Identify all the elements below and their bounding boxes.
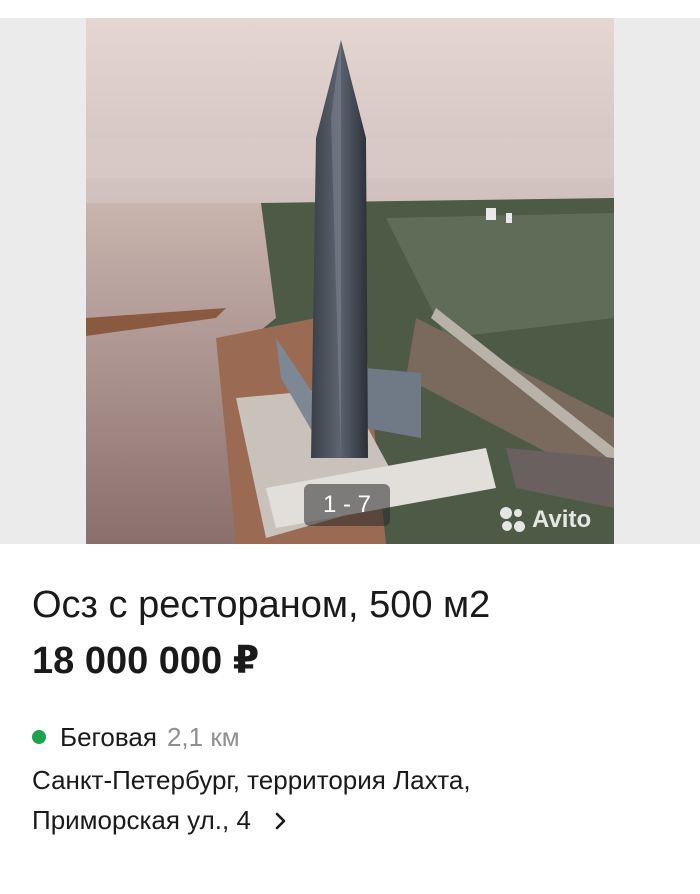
- address-link[interactable]: Санкт-Петербург, территория Лахта, Примо…: [32, 760, 672, 842]
- avito-watermark: Avito: [500, 506, 591, 534]
- metro-line-dot-icon: [32, 730, 46, 744]
- listing-info: Осз с рестораном, 500 м2 18 000 000 ₽ Бе…: [32, 580, 672, 842]
- avito-logo-icon: [500, 507, 526, 533]
- metro-distance: 2,1 км: [166, 722, 240, 752]
- chevron-right-icon: [274, 802, 288, 842]
- listing-title: Осз с рестораном, 500 м2: [32, 584, 491, 626]
- metro-station: Беговая 2,1 км: [32, 720, 672, 754]
- listing-photo[interactable]: [86, 18, 614, 544]
- photo-gallery[interactable]: 1 - 7 Avito: [0, 0, 700, 544]
- listing-price: 18 000 000 ₽: [32, 640, 260, 682]
- photo-counter: 1 - 7: [304, 484, 390, 526]
- metro-station-name: Беговая: [60, 722, 157, 752]
- address-line-1: Санкт-Петербург, территория Лахта,: [32, 765, 471, 795]
- avito-watermark-text: Avito: [532, 506, 592, 533]
- address-line-2: Приморская ул., 4: [32, 805, 251, 835]
